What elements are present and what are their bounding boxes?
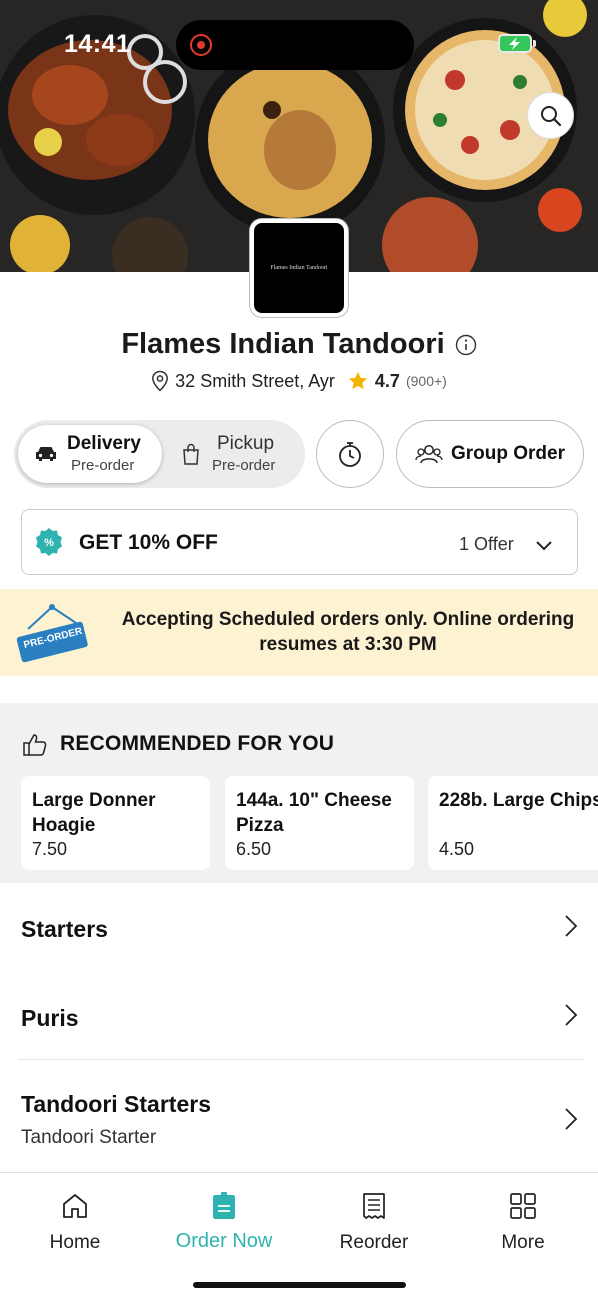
recommended-item[interactable]: 144a. 10" Cheese Pizza 6.50 xyxy=(225,776,414,870)
home-indicator xyxy=(193,1282,406,1288)
tab-more[interactable]: More xyxy=(463,1191,583,1254)
delivery-option[interactable]: Delivery Pre-order xyxy=(18,425,162,483)
restaurant-title-row: Flames Indian Tandoori xyxy=(0,328,598,361)
tab-label: More xyxy=(501,1232,545,1253)
logo-text: Flames Indian Tandoori xyxy=(270,265,328,271)
item-name: 228b. Large Chips xyxy=(439,790,598,811)
shopping-bag-icon xyxy=(183,443,199,465)
recording-indicator-icon xyxy=(190,34,212,56)
recommended-title: RECOMMENDED FOR YOU xyxy=(60,732,335,755)
recommended-section: RECOMMENDED FOR YOU Large Donner Hoagie … xyxy=(0,703,598,883)
charging-bolt-icon xyxy=(509,37,520,50)
offer-card[interactable]: % GET 10% OFF 1 Offer xyxy=(21,509,578,575)
star-icon xyxy=(348,371,368,390)
search-button[interactable] xyxy=(527,92,574,139)
pickup-sub: Pre-order xyxy=(212,457,276,474)
chevron-down-icon xyxy=(536,541,552,551)
location-pin-icon xyxy=(152,370,169,392)
stopwatch-icon xyxy=(339,442,361,467)
info-icon[interactable] xyxy=(455,334,477,356)
pickup-label: Pickup xyxy=(217,433,275,454)
rating-value: 4.7 xyxy=(374,370,400,391)
restaurant-address: 32 Smith Street, Ayr xyxy=(175,370,335,391)
discount-badge-icon: % xyxy=(36,528,62,556)
tab-home[interactable]: Home xyxy=(15,1191,135,1254)
restaurant-logo: Flames Indian Tandoori xyxy=(250,219,348,317)
group-order-button[interactable]: Group Order xyxy=(396,420,584,488)
category-name: Tandoori Starters xyxy=(21,1091,211,1117)
item-price: 7.50 xyxy=(32,839,68,859)
svg-text:%: % xyxy=(44,537,54,549)
address-row: 32 Smith Street, Ayr 4.7 (900+) xyxy=(0,370,598,392)
group-order-label: Group Order xyxy=(450,443,565,464)
recommended-item[interactable]: Large Donner Hoagie 7.50 xyxy=(21,776,210,870)
category-name: Starters xyxy=(21,916,108,942)
category-name: Puris xyxy=(21,1005,79,1031)
bottom-tab-bar: Home Order Now Reorder More xyxy=(0,1172,598,1300)
restaurant-name: Flames Indian Tandoori xyxy=(121,328,445,360)
home-icon xyxy=(63,1194,87,1218)
delivery-sub: Pre-order xyxy=(71,457,135,474)
tab-label: Reorder xyxy=(339,1232,409,1253)
tab-label: Order Now xyxy=(175,1230,273,1252)
tab-reorder[interactable]: Reorder xyxy=(314,1191,434,1254)
category-row-starters[interactable]: Starters xyxy=(0,884,598,974)
banner-text: Accepting Scheduled orders only. Online … xyxy=(121,609,575,655)
preorder-banner: PRE-ORDER Accepting Scheduled orders onl… xyxy=(0,589,598,676)
recommended-item[interactable]: 228b. Large Chips 4.50 xyxy=(428,776,598,870)
category-row-puris[interactable]: Puris xyxy=(0,974,598,1060)
search-icon xyxy=(540,105,561,126)
pickup-option[interactable]: Pickup Pre-order xyxy=(170,425,300,483)
car-icon xyxy=(36,447,56,461)
chevron-right-icon xyxy=(565,915,578,937)
group-icon xyxy=(415,445,443,464)
thumbs-up-icon xyxy=(23,734,47,756)
chevron-right-icon xyxy=(565,1004,578,1026)
offer-count: 1 Offer xyxy=(459,534,514,554)
category-row-tandoori-starters[interactable]: Tandoori Starters Tandoori Starter xyxy=(0,1060,598,1170)
battery-icon xyxy=(498,34,536,53)
item-name: Large Donner xyxy=(32,790,156,811)
rating-count: (900+) xyxy=(405,373,447,389)
receipt-icon xyxy=(363,1193,385,1219)
chevron-right-icon xyxy=(565,1108,578,1130)
grid-icon xyxy=(510,1193,536,1219)
order-icon xyxy=(213,1192,235,1219)
item-name-line2: Hoagie xyxy=(32,815,96,836)
category-subtitle: Tandoori Starter xyxy=(21,1127,157,1148)
offer-title: GET 10% OFF xyxy=(79,531,218,554)
delivery-label: Delivery xyxy=(67,433,141,454)
schedule-timer-button[interactable] xyxy=(316,420,384,488)
item-name-line2: Pizza xyxy=(236,815,284,836)
status-time: 14:41 xyxy=(64,30,131,58)
tab-order-now[interactable]: Order Now xyxy=(164,1191,284,1253)
item-name: 144a. 10" Cheese xyxy=(236,790,392,811)
item-price: 6.50 xyxy=(236,839,272,859)
item-price: 4.50 xyxy=(439,839,475,859)
tab-label: Home xyxy=(49,1232,101,1253)
